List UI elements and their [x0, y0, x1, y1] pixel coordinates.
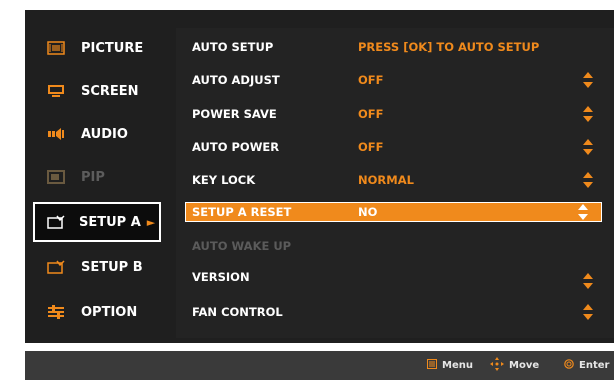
setting-value: PRESS [OK] TO AUTO SETUP	[358, 40, 540, 54]
setting-name: SETUP A RESET	[192, 205, 292, 219]
setting-name: VERSION	[192, 270, 250, 284]
setting-row-auto-setup[interactable]: AUTO SETUP PRESS [OK] TO AUTO SETUP	[186, 36, 606, 58]
enter-hint: Enter	[564, 351, 609, 380]
up-down-arrows-icon[interactable]	[583, 106, 593, 122]
up-down-arrows-icon[interactable]	[583, 72, 593, 88]
sidebar-item-screen[interactable]: SCREEN	[25, 71, 167, 111]
sidebar-item-setup-b[interactable]: SETUP B	[25, 247, 167, 287]
setting-name: POWER SAVE	[192, 107, 277, 121]
sidebar-item-label: SCREEN	[81, 83, 139, 99]
menu-hint: Menu	[427, 351, 473, 380]
up-down-arrows-icon[interactable]	[583, 172, 593, 188]
up-down-arrows-icon[interactable]	[583, 273, 593, 289]
up-down-arrows-icon[interactable]	[583, 139, 593, 155]
setting-row-auto-power[interactable]: AUTO POWER OFF	[186, 136, 606, 158]
sidebar-item-label: OPTION	[81, 304, 138, 320]
move-icon	[490, 357, 504, 374]
setting-row-setup-a-reset[interactable]: SETUP A RESET NO	[185, 202, 602, 222]
pip-icon	[47, 170, 65, 184]
setting-row-auto-wake-up: AUTO WAKE UP	[186, 235, 606, 257]
setup-b-icon	[47, 260, 65, 274]
setting-value: NORMAL	[358, 173, 414, 187]
footer-hint-bar: Menu Move Enter	[25, 351, 614, 380]
settings-panel: AUTO SETUP PRESS [OK] TO AUTO SETUP AUTO…	[176, 28, 614, 338]
setting-value: NO	[358, 205, 378, 219]
sidebar-item-label: SETUP B	[81, 259, 143, 275]
setting-row-power-save[interactable]: POWER SAVE OFF	[186, 103, 606, 125]
selection-arrow-icon: ►	[146, 215, 156, 229]
picture-icon	[47, 41, 65, 55]
setting-name: AUTO WAKE UP	[192, 239, 292, 253]
setting-name: AUTO POWER	[192, 140, 280, 154]
up-down-arrows-icon[interactable]	[578, 204, 588, 220]
setup-a-icon	[47, 215, 65, 229]
menu-icon	[427, 359, 437, 372]
enter-icon	[564, 359, 574, 372]
sidebar-item-audio[interactable]: AUDIO	[25, 114, 167, 154]
screen-icon	[47, 84, 65, 98]
setting-value: OFF	[358, 140, 384, 154]
sidebar-item-pip: PIP	[25, 157, 167, 197]
sidebar-item-picture[interactable]: PICTURE	[25, 28, 167, 68]
sidebar-item-label: AUDIO	[81, 126, 128, 142]
sidebar-menu: PICTURE SCREEN AUDIO PIP SETUP A ► SETUP…	[25, 28, 167, 338]
sidebar-item-label: PICTURE	[81, 40, 144, 56]
option-icon	[47, 305, 65, 319]
setting-name: AUTO SETUP	[192, 40, 274, 54]
sidebar-item-setup-a[interactable]: SETUP A ►	[33, 202, 161, 242]
setting-value: OFF	[358, 73, 384, 87]
setting-row-fan-control[interactable]: FAN CONTROL	[186, 301, 606, 323]
sidebar-item-option[interactable]: OPTION	[25, 292, 167, 332]
move-hint-label: Move	[509, 360, 540, 371]
up-down-arrows-icon[interactable]	[583, 304, 593, 320]
setting-name: AUTO ADJUST	[192, 73, 280, 87]
setting-row-key-lock[interactable]: KEY LOCK NORMAL	[186, 169, 606, 191]
setting-row-version[interactable]: VERSION	[186, 266, 606, 289]
move-hint: Move	[490, 351, 539, 380]
setting-row-auto-adjust[interactable]: AUTO ADJUST OFF	[186, 69, 606, 91]
menu-hint-label: Menu	[442, 360, 473, 371]
sidebar-item-label: PIP	[81, 169, 105, 185]
audio-icon	[47, 127, 65, 141]
setting-name: KEY LOCK	[192, 173, 256, 187]
enter-hint-label: Enter	[579, 360, 610, 371]
sidebar-item-label: SETUP A	[79, 214, 141, 230]
setting-value: OFF	[358, 107, 384, 121]
setting-name: FAN CONTROL	[192, 305, 283, 319]
